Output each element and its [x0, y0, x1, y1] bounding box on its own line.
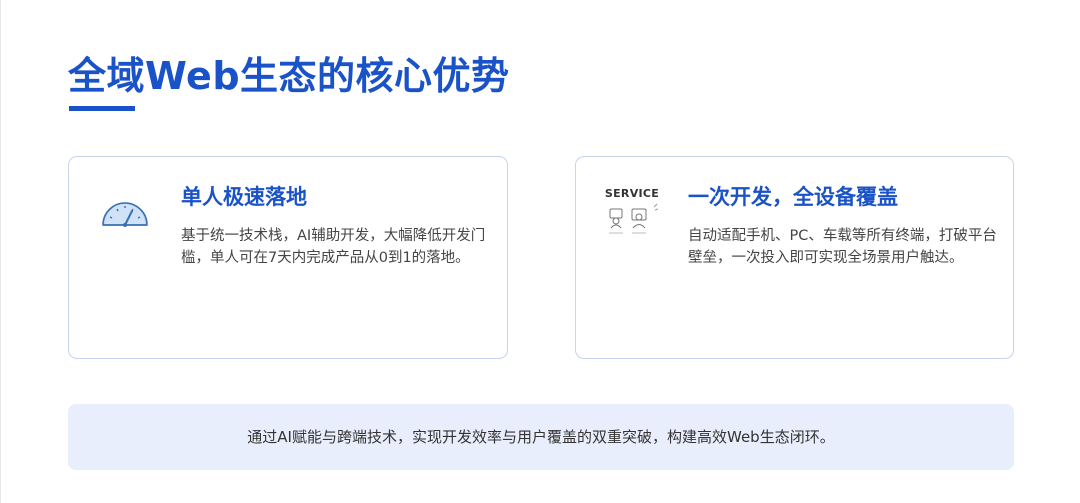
page-title: 全域Web生态的核心优势 [68, 54, 510, 98]
card-description: 基于统一技术栈，AI辅助开发，大幅降低开发门槛，单人可在7天内完成产品从0到1的… [181, 228, 486, 266]
card-title: 单人极速落地 [181, 185, 307, 209]
card-description: 自动适配手机、PC、车载等所有终端，打破平台壁垒，一次投入即可实现全场景用户触达… [688, 228, 997, 266]
service-devices-icon: SERVICE [602, 187, 664, 237]
summary-banner: 通过AI赋能与跨端技术，实现开发效率与用户覆盖的双重突破，构建高效Web生态闭环… [68, 404, 1014, 470]
summary-text: 通过AI赋能与跨端技术，实现开发效率与用户覆盖的双重突破，构建高效Web生态闭环… [247, 428, 835, 446]
title-underline [69, 106, 135, 111]
left-edge-divider [0, 0, 1, 503]
slide: 全域Web生态的核心优势 单人极速落地 基于统一技术栈，AI辅助开发，大幅降低开… [0, 0, 1080, 503]
card-title: 一次开发，全设备覆盖 [688, 185, 898, 209]
card-cross-device-coverage: SERVICE 一次开发，全设备覆盖 自动适配手机、PC、车载等所有终端，打破平… [575, 156, 1014, 359]
card-single-person-fast-launch: 单人极速落地 基于统一技术栈，AI辅助开发，大幅降低开发门槛，单人可在7天内完成… [68, 156, 508, 359]
service-icon-label: SERVICE [604, 187, 660, 200]
speedometer-icon [99, 191, 151, 233]
